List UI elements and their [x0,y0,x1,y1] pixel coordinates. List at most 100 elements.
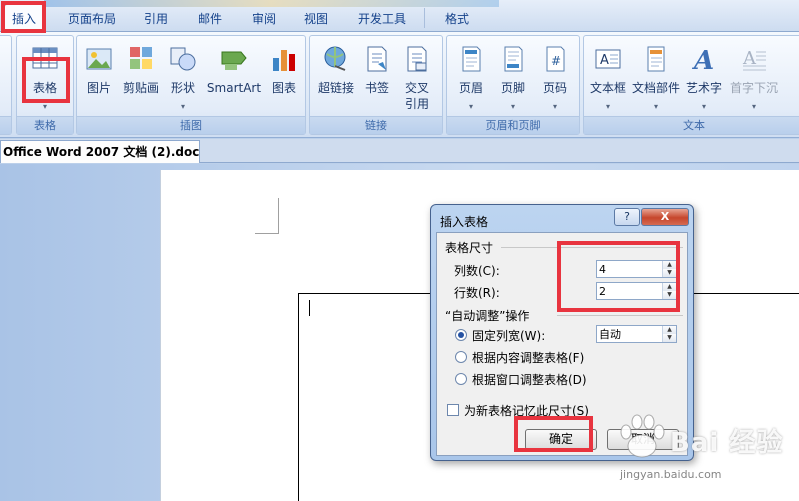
footer-button[interactable]: 页脚 ▾ [493,40,533,114]
document-tab-row: Office Word 2007 文档 (2).docx * [0,139,799,163]
spin-up-icon[interactable]: ▲ [663,283,676,291]
shapes-icon [170,47,196,71]
chart-button-label: 图表 [271,81,296,95]
close-button[interactable]: X [641,208,689,226]
group-label-header-footer: 页眉和页脚 [447,116,579,134]
tab-insert[interactable]: 插入 [4,4,44,32]
watermark-brand: Bai 经验 [670,428,784,458]
baidu-jingyan-watermark: Bai 经验 jingyan.baidu.com [612,412,792,497]
spin-down-icon[interactable]: ▼ [663,269,676,277]
chevron-down-icon: ▾ [510,102,516,111]
header-icon [462,46,481,72]
cross-reference-button[interactable]: 交叉 引用 [396,40,438,114]
tab-mailings[interactable]: 邮件 [190,8,230,30]
fixed-width-stepper[interactable]: ▲▼ [596,325,677,343]
table-icon [32,47,58,69]
columns-stepper[interactable]: ▲▼ [596,260,677,278]
dropcap-button-label: 首字下沉 [729,81,778,95]
clipart-icon [130,47,152,69]
group-label-links: 链接 [310,116,442,134]
dropcap-button[interactable]: A 首字下沉 ▾ [726,40,782,114]
footer-button-label: 页脚 [500,81,525,95]
hyperlink-button[interactable]: 超链接 [312,40,360,114]
wordart-button-label: 艺术字 [685,81,722,95]
help-button[interactable]: ? [614,208,640,226]
chevron-down-icon: ▾ [605,102,611,111]
fixed-width-input[interactable] [599,327,659,341]
header-button-label: 页眉 [458,81,483,95]
ribbon-tab-row: 插入 页面布局 引用 邮件 审阅 视图 开发工具 格式 [0,0,799,32]
autofit-contents-radio[interactable] [455,351,467,363]
page-number-icon: # [546,46,565,72]
chart-button[interactable]: 图表 [265,40,303,114]
tab-format[interactable]: 格式 [437,8,477,30]
ribbon-group-illustrations: 图片 剪贴画 形状 ▾ SmartArt 图表 插图 [76,35,306,135]
smartart-button[interactable]: SmartArt [203,40,265,114]
picture-button[interactable]: 图片 [79,40,119,114]
remember-size-label: 为新表格记忆此尺寸(S) [464,404,589,418]
ribbon-group-header-footer: 页眉 ▾ 页脚 ▾ # 页码 ▾ 页眉和页脚 [446,35,580,135]
wordart-icon: A [691,46,714,74]
quickparts-button[interactable]: 文档部件 ▾ [630,40,682,114]
spin-up-icon[interactable]: ▲ [663,261,676,269]
chevron-down-icon: ▾ [653,102,659,111]
svg-text:A: A [600,53,609,68]
spin-up-icon[interactable]: ▲ [663,326,676,334]
hyperlink-button-label: 超链接 [317,81,354,95]
remember-size-checkbox[interactable] [447,404,459,416]
fixed-width-label: 固定列宽(W): [472,329,546,343]
tab-page-layout[interactable]: 页面布局 [60,8,124,30]
chevron-down-icon: ▾ [552,102,558,111]
smartart-button-label: SmartArt [206,81,262,95]
tab-view[interactable]: 视图 [296,8,336,30]
svg-text:A: A [691,46,714,74]
rows-input[interactable] [599,284,659,298]
spin-down-icon[interactable]: ▼ [663,334,676,342]
header-button[interactable]: 页眉 ▾ [451,40,491,114]
quickparts-button-label: 文档部件 [631,81,680,95]
autofit-window-label: 根据窗口调整表格(D) [472,373,587,387]
clipart-button-label: 剪贴画 [122,81,159,95]
tab-review[interactable]: 审阅 [244,8,284,30]
quickparts-icon [647,46,665,72]
wordart-button[interactable]: A 艺术字 ▾ [682,40,726,114]
cross-reference-button-label: 交叉 [404,81,429,95]
spin-down-icon[interactable]: ▼ [663,291,676,299]
table-size-section-label: 表格尺寸 [445,241,494,255]
dialog-title: 插入表格 [440,215,489,229]
page-number-button-label: 页码 [542,81,567,95]
ribbon-group-pages [0,35,12,135]
table-button-label: 表格 [32,81,57,95]
document-tab[interactable]: Office Word 2007 文档 (2).docx * [0,140,200,163]
tab-developer[interactable]: 开发工具 [350,8,414,30]
table-button[interactable]: 表格 ▾ [21,40,69,114]
bookmark-button-label: 书签 [364,81,389,95]
ok-button[interactable]: 确定 [525,429,597,450]
rows-stepper[interactable]: ▲▼ [596,282,677,300]
group-label-table: 表格 [17,116,73,134]
dropcap-icon: A [742,48,766,71]
ribbon-group-table: 表格 ▾ 表格 [16,35,74,135]
bookmark-button[interactable]: 书签 [360,40,394,114]
fixed-width-radio[interactable] [455,329,467,341]
columns-input[interactable] [599,262,659,276]
margin-corner-mark [255,198,279,234]
tab-separator [424,8,425,28]
watermark-url: jingyan.baidu.com [620,468,722,481]
clipart-button[interactable]: 剪贴画 [119,40,163,114]
shapes-button[interactable]: 形状 ▾ [165,40,201,114]
shapes-button-label: 形状 [170,81,195,95]
textbox-button[interactable]: A 文本框 ▾ [586,40,630,114]
tab-references[interactable]: 引用 [136,8,176,30]
autofit-contents-label: 根据内容调整表格(F) [472,351,585,365]
autofit-window-radio[interactable] [455,373,467,385]
bookmark-icon [367,46,387,72]
ribbon-group-text: A 文本框 ▾ 文档部件 ▾ A 艺术字 ▾ A 首字下沉 ▾ 文本 [583,35,799,135]
rows-label: 行数(R): [454,286,500,300]
section-divider [557,315,683,316]
section-divider [501,247,683,248]
title-bar-strip [44,0,499,7]
hyperlink-icon [324,46,346,71]
page-number-button[interactable]: # 页码 ▾ [535,40,575,114]
chevron-down-icon: ▾ [701,102,707,111]
